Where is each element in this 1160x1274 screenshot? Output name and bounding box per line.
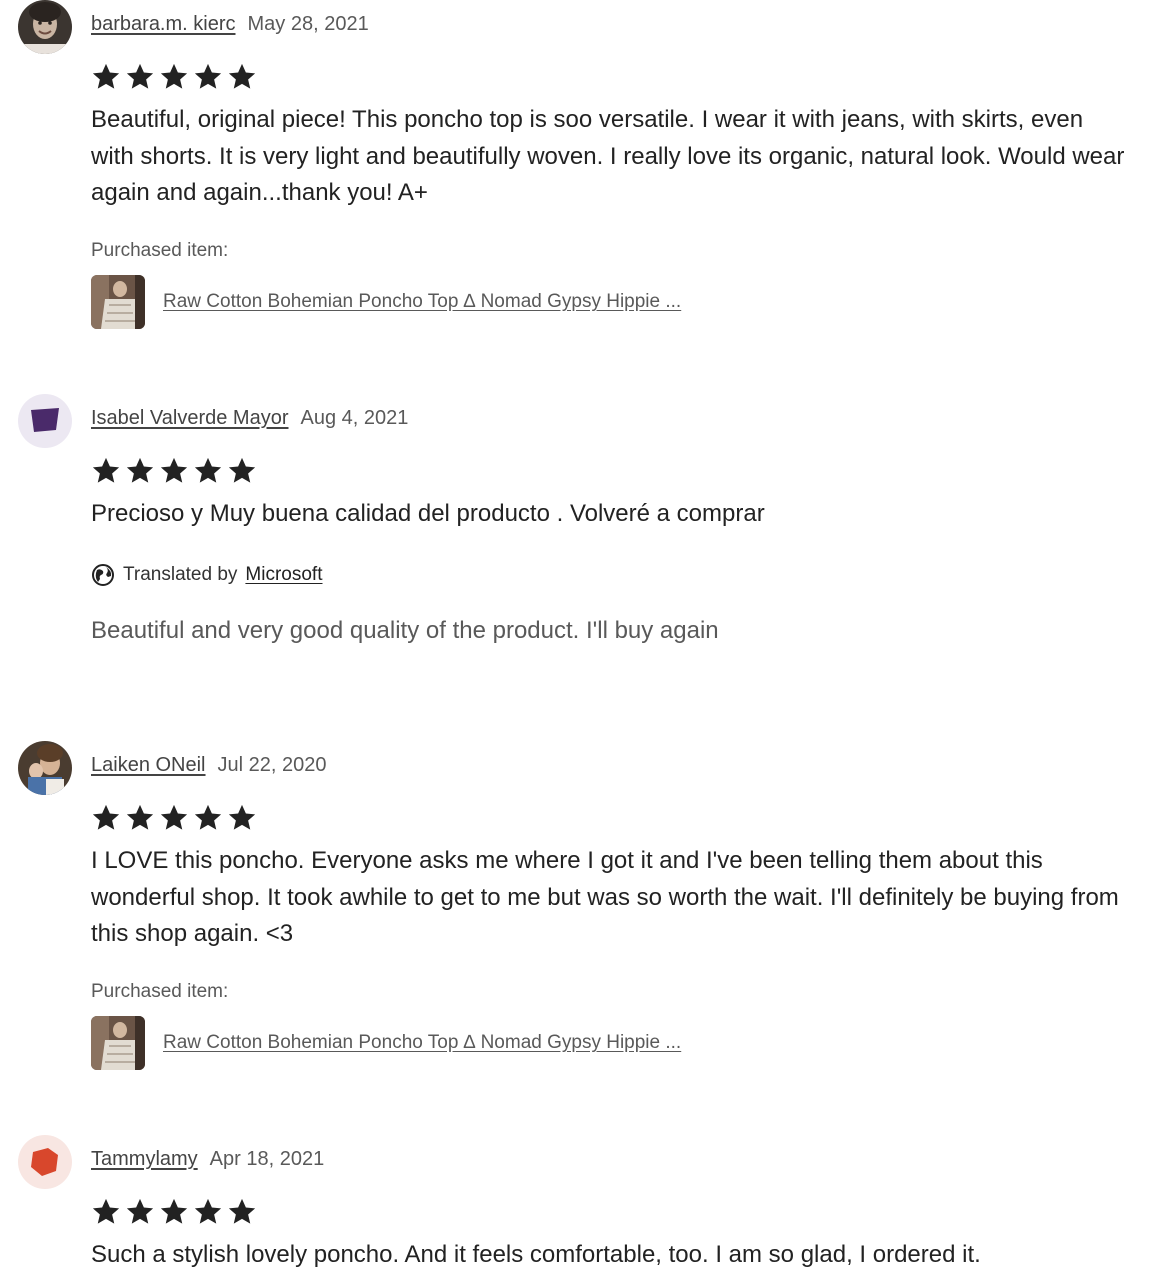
purchased-item[interactable]: Raw Cotton Bohemian Poncho Top ∆ Nomad G…	[91, 275, 681, 329]
star-icon	[194, 63, 222, 89]
item-thumbnail[interactable]	[91, 1016, 145, 1070]
review-text: Beautiful, original piece! This poncho t…	[91, 106, 1125, 206]
item-thumbnail[interactable]	[91, 275, 145, 329]
avatar[interactable]	[18, 741, 72, 795]
star-icon	[228, 63, 256, 89]
star-rating	[90, 803, 258, 833]
star-icon	[228, 457, 256, 483]
review-meta: barbara.m. kierc May 28, 2021	[91, 13, 369, 36]
star-icon	[160, 457, 188, 483]
translated-by: Translated by Microsoft	[91, 563, 323, 587]
star-icon	[126, 457, 154, 483]
star-icon	[126, 1198, 154, 1224]
review-text: I LOVE this poncho. Everyone asks me whe…	[91, 847, 1119, 947]
star-icon	[92, 63, 120, 89]
star-icon	[126, 804, 154, 830]
purchased-item-label: Purchased item:	[91, 240, 229, 261]
star-icon	[92, 457, 120, 483]
avatar[interactable]	[18, 1135, 72, 1189]
star-icon	[92, 1198, 120, 1224]
review-date: Jul 22, 2020	[217, 754, 327, 776]
review-meta: Tammylamy Apr 18, 2021	[91, 1148, 324, 1171]
review-date: May 28, 2021	[247, 13, 369, 35]
purchased-item-link[interactable]: Raw Cotton Bohemian Poncho Top ∆ Nomad G…	[163, 1032, 681, 1054]
translated-prefix: Translated by	[123, 564, 238, 585]
translated-text: Beautiful and very good quality of the p…	[91, 617, 719, 644]
purchased-item[interactable]: Raw Cotton Bohemian Poncho Top ∆ Nomad G…	[91, 1016, 681, 1070]
globe-icon	[92, 564, 114, 586]
star-icon	[194, 457, 222, 483]
review-text: Such a stylish lovely poncho. And it fee…	[91, 1241, 981, 1268]
translator-link[interactable]: Microsoft	[245, 564, 322, 586]
review-date: Aug 4, 2021	[300, 407, 409, 429]
star-icon	[194, 804, 222, 830]
review-date: Apr 18, 2021	[209, 1148, 325, 1170]
star-icon	[160, 63, 188, 89]
star-icon	[160, 804, 188, 830]
star-icon	[126, 63, 154, 89]
star-rating	[90, 456, 258, 486]
review-meta: Isabel Valverde Mayor Aug 4, 2021	[91, 407, 408, 430]
star-icon	[92, 804, 120, 830]
star-icon	[160, 1198, 188, 1224]
star-rating	[90, 1197, 258, 1227]
reviewer-name[interactable]: Tammylamy	[91, 1148, 198, 1170]
star-rating	[90, 62, 258, 92]
reviewer-name[interactable]: Isabel Valverde Mayor	[91, 407, 289, 429]
star-icon	[228, 1198, 256, 1224]
purchased-item-link[interactable]: Raw Cotton Bohemian Poncho Top ∆ Nomad G…	[163, 291, 681, 313]
reviewer-name[interactable]: barbara.m. kierc	[91, 13, 236, 35]
star-icon	[194, 1198, 222, 1224]
review-text: Precioso y Muy buena calidad del product…	[91, 500, 765, 527]
avatar[interactable]	[18, 394, 72, 448]
avatar[interactable]	[18, 0, 72, 54]
purchased-item-label: Purchased item:	[91, 981, 229, 1002]
reviewer-name[interactable]: Laiken ONeil	[91, 754, 206, 776]
review-meta: Laiken ONeil Jul 22, 2020	[91, 754, 327, 777]
star-icon	[228, 804, 256, 830]
